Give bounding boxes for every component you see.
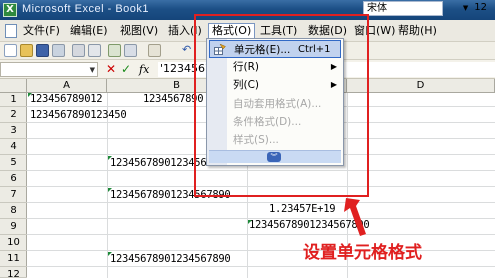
error-indicator-icon[interactable]: [108, 188, 112, 192]
row-header-7[interactable]: 7: [0, 187, 27, 203]
row-header-3[interactable]: 3: [0, 123, 27, 139]
font-size-select[interactable]: ▼ 12: [447, 1, 491, 16]
row-header-4[interactable]: 4: [0, 139, 27, 155]
paste-icon[interactable]: [148, 44, 161, 57]
gridline: [27, 202, 495, 203]
gridline: [27, 250, 495, 251]
annotation-arrow-icon: [344, 198, 366, 236]
font-name-select[interactable]: 宋体: [363, 1, 443, 16]
cell-c8[interactable]: 1.23457E+19: [269, 201, 336, 217]
column-header-a[interactable]: A: [27, 79, 107, 93]
gridline: [27, 266, 495, 267]
gridline: [27, 234, 495, 235]
annotation-highlight-box: [194, 14, 369, 197]
row-header-11[interactable]: 11: [0, 251, 27, 267]
annotation-caption: 设置单元格格式: [303, 243, 422, 263]
error-indicator-icon[interactable]: [108, 156, 112, 160]
error-indicator-icon[interactable]: [248, 220, 252, 224]
row-header-8[interactable]: 8: [0, 203, 27, 219]
open-icon[interactable]: [20, 44, 33, 57]
cell-a2[interactable]: 1234567890123450: [30, 107, 127, 123]
row-header-10[interactable]: 10: [0, 235, 27, 251]
cell-b11[interactable]: 12345678901234567890: [110, 251, 231, 267]
print-icon[interactable]: [72, 44, 85, 57]
row-header-12[interactable]: 12: [0, 267, 27, 278]
select-all-corner[interactable]: [0, 79, 27, 93]
row-header-2[interactable]: 2: [0, 107, 27, 123]
print-preview-icon[interactable]: [88, 44, 101, 57]
font-size-value: 12: [474, 2, 487, 13]
row-header-1[interactable]: 1: [0, 93, 27, 107]
menu-help[interactable]: 帮助(H): [395, 23, 440, 39]
document-icon[interactable]: [5, 24, 17, 38]
new-icon[interactable]: [4, 44, 17, 57]
column-header-d[interactable]: D: [347, 79, 495, 93]
window-title: Microsoft Excel - Book1: [22, 3, 150, 15]
row-header-6[interactable]: 6: [0, 171, 27, 187]
error-indicator-icon[interactable]: [108, 252, 112, 256]
research-icon[interactable]: [124, 44, 137, 57]
font-size-dropdown-icon: ▼: [462, 4, 469, 12]
cell-a1[interactable]: 123456789012: [30, 93, 103, 107]
name-box[interactable]: ▼: [0, 62, 98, 77]
menu-file[interactable]: 文件(F): [20, 23, 63, 39]
name-box-dropdown-icon[interactable]: ▼: [90, 66, 95, 74]
row-header-9[interactable]: 9: [0, 219, 27, 235]
cancel-entry-icon[interactable]: ✕: [106, 62, 116, 76]
excel-logo-icon: X: [3, 3, 17, 17]
menu-edit[interactable]: 编辑(E): [67, 23, 111, 39]
spelling-icon[interactable]: [108, 44, 121, 57]
error-indicator-icon[interactable]: [28, 93, 32, 97]
insert-function-icon[interactable]: fx: [139, 63, 149, 76]
menu-view[interactable]: 视图(V): [117, 23, 161, 39]
permission-icon[interactable]: [52, 44, 65, 57]
enter-entry-icon[interactable]: ✓: [121, 62, 131, 76]
row-headers: 1 2 3 4 5 6 7 8 9 10 11 12: [0, 93, 27, 278]
row-header-5[interactable]: 5: [0, 155, 27, 171]
save-icon[interactable]: [36, 44, 49, 57]
